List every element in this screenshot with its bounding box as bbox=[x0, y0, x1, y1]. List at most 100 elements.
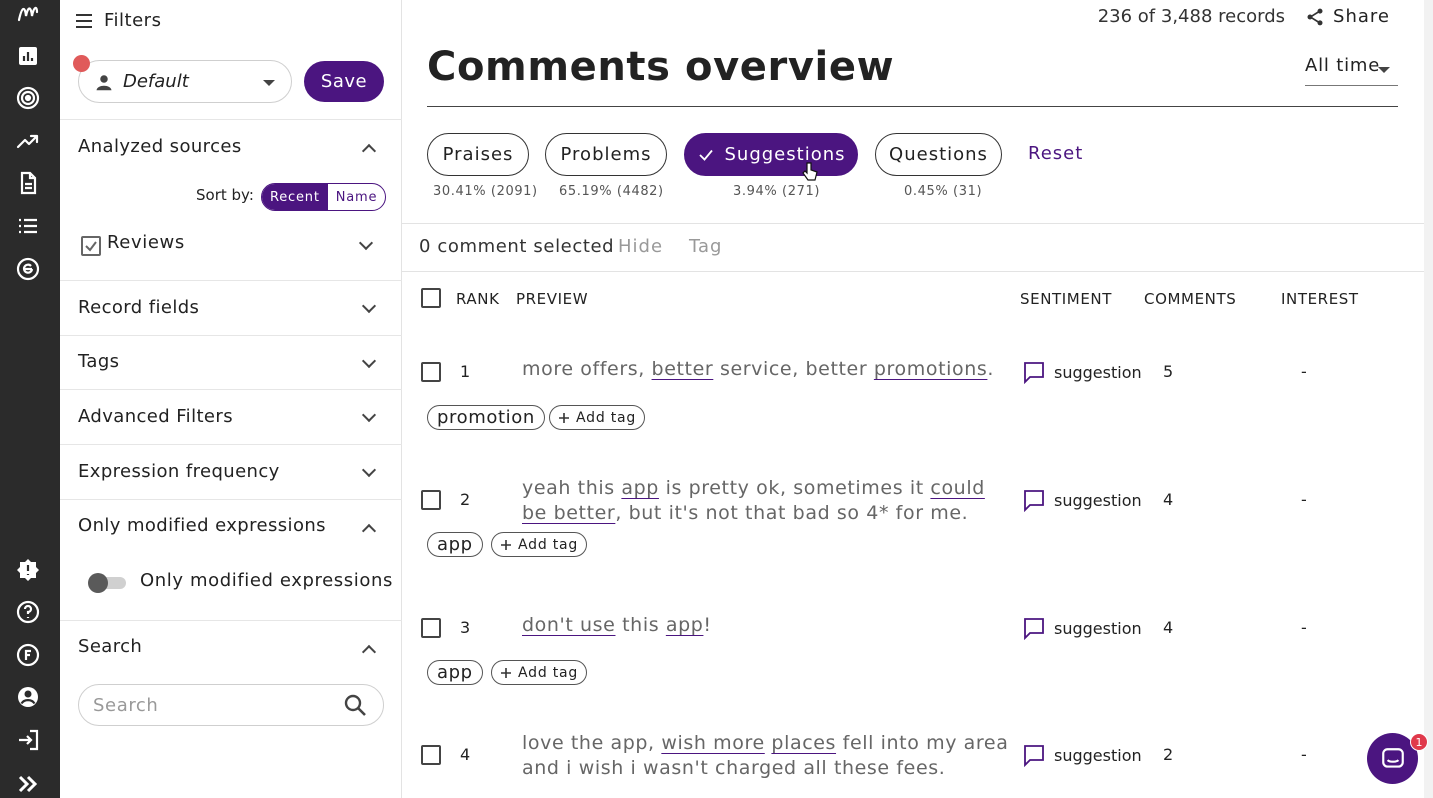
document-icon[interactable] bbox=[15, 170, 41, 196]
preset-select[interactable]: Default bbox=[73, 55, 292, 103]
trend-icon[interactable] bbox=[15, 128, 41, 154]
row-checkbox[interactable] bbox=[421, 618, 441, 638]
check-icon bbox=[698, 149, 713, 161]
column-header-preview[interactable]: PREVIEW bbox=[516, 290, 588, 308]
comment-preview[interactable]: yeah this app is pretty ok, sometimes it… bbox=[522, 476, 1012, 526]
column-header-rank[interactable]: RANK bbox=[456, 290, 500, 308]
comment-count: 4 bbox=[1163, 490, 1174, 509]
reset-button[interactable]: Reset bbox=[1028, 143, 1083, 164]
sentiment-label: suggestion bbox=[1054, 745, 1142, 765]
comment-preview[interactable]: more offers, better service, better prom… bbox=[522, 357, 1012, 382]
row-checkbox[interactable] bbox=[421, 362, 441, 382]
column-header-sentiment[interactable]: SENTIMENT bbox=[1020, 290, 1112, 308]
add-tag-button[interactable]: Add tag bbox=[491, 532, 588, 557]
section-title[interactable]: Only modified expressions bbox=[78, 515, 326, 536]
comment-preview[interactable]: don't use this app! bbox=[522, 613, 1012, 638]
sort-toggle[interactable]: Recent Name bbox=[261, 183, 387, 211]
logo-icon[interactable] bbox=[15, 1, 41, 27]
save-button[interactable]: Save bbox=[304, 61, 384, 102]
tag-chip[interactable]: promotion bbox=[427, 405, 545, 430]
sort-name-option[interactable]: Name bbox=[328, 184, 386, 210]
sentiment-cell: suggestion bbox=[1022, 616, 1142, 640]
plus-icon bbox=[501, 667, 511, 678]
hide-button[interactable]: Hide bbox=[618, 236, 663, 257]
sort-by-label: Sort by: bbox=[196, 186, 254, 204]
records-count: 236 of 3,488 records bbox=[1097, 6, 1285, 27]
chevron-down-icon[interactable] bbox=[361, 298, 377, 314]
column-header-interest[interactable]: INTEREST bbox=[1281, 290, 1359, 308]
chevron-up-icon[interactable] bbox=[361, 143, 377, 159]
row-rank: 3 bbox=[460, 618, 471, 637]
share-icon bbox=[1307, 8, 1323, 25]
share-button[interactable]: Share bbox=[1305, 6, 1390, 27]
section-title[interactable]: Analyzed sources bbox=[78, 136, 242, 157]
category-pill-questions[interactable]: Questions bbox=[875, 133, 1002, 176]
tag-chip[interactable]: app bbox=[427, 660, 483, 685]
sentiment-label: suggestion bbox=[1054, 618, 1142, 638]
section-title[interactable]: Search bbox=[78, 636, 142, 657]
logout-icon[interactable] bbox=[15, 727, 41, 753]
plus-icon bbox=[501, 539, 511, 550]
category-label: Problems bbox=[560, 144, 652, 165]
category-stat: 0.45% (31) bbox=[904, 184, 983, 199]
tag-chip[interactable]: app bbox=[427, 532, 483, 557]
tags-section[interactable]: Tags bbox=[60, 335, 402, 389]
chevron-down-icon[interactable] bbox=[361, 407, 377, 423]
reviews-checkbox[interactable] bbox=[81, 236, 101, 256]
check-icon bbox=[85, 241, 97, 252]
reviews-label: Reviews bbox=[107, 232, 185, 253]
interest-value: - bbox=[1301, 618, 1307, 637]
time-range-value: All time bbox=[1305, 55, 1381, 76]
category-pill-praises[interactable]: Praises bbox=[427, 133, 529, 176]
section-title: Tags bbox=[78, 351, 120, 372]
sentiment-label: suggestion bbox=[1054, 362, 1142, 382]
interest-value: - bbox=[1301, 745, 1307, 764]
menu-icon[interactable] bbox=[76, 13, 92, 28]
chevron-up-icon[interactable] bbox=[361, 644, 377, 660]
preset-value: Default bbox=[123, 71, 189, 92]
category-pill-problems[interactable]: Problems bbox=[545, 133, 667, 176]
comment-preview[interactable]: love the app, wish more places fell into… bbox=[522, 731, 1012, 781]
add-tag-button[interactable]: Add tag bbox=[491, 660, 588, 685]
section-title: Expression frequency bbox=[78, 461, 280, 482]
category-label: Suggestions bbox=[724, 144, 846, 165]
expand-icon[interactable] bbox=[15, 771, 41, 797]
account-icon[interactable] bbox=[15, 684, 41, 710]
column-header-comments[interactable]: COMMENTS bbox=[1144, 290, 1236, 308]
divider bbox=[427, 106, 1398, 107]
dashboard-icon[interactable] bbox=[15, 43, 41, 69]
help-icon[interactable] bbox=[15, 599, 41, 625]
only-modified-toggle[interactable] bbox=[88, 573, 128, 593]
chevron-down-icon[interactable] bbox=[361, 462, 377, 478]
sentiment-label: suggestion bbox=[1054, 490, 1142, 510]
badge-icon[interactable] bbox=[15, 557, 41, 583]
list-icon[interactable] bbox=[15, 213, 41, 239]
time-range-select[interactable]: All time bbox=[1305, 55, 1398, 86]
filters-header[interactable]: Filters bbox=[76, 10, 161, 31]
plus-icon bbox=[559, 412, 569, 423]
comment-count: 4 bbox=[1163, 618, 1174, 637]
add-tag-button[interactable]: Add tag bbox=[549, 405, 646, 430]
pointer-cursor-icon bbox=[802, 162, 818, 181]
category-pill-suggestions[interactable]: Suggestions bbox=[684, 133, 858, 176]
scrollbar[interactable] bbox=[1424, 0, 1433, 798]
search-input[interactable]: Search bbox=[78, 684, 384, 726]
select-all-checkbox[interactable] bbox=[421, 288, 441, 308]
sort-recent-option[interactable]: Recent bbox=[262, 184, 328, 210]
page-title: Comments overview bbox=[427, 44, 895, 90]
forum-icon[interactable] bbox=[15, 642, 41, 668]
chevron-down-icon[interactable] bbox=[361, 353, 377, 369]
notification-badge: 1 bbox=[1410, 733, 1428, 751]
share-label: Share bbox=[1333, 6, 1390, 27]
chevron-up-icon[interactable] bbox=[361, 523, 377, 539]
explore-icon[interactable] bbox=[15, 256, 41, 282]
row-checkbox[interactable] bbox=[421, 745, 441, 765]
row-checkbox[interactable] bbox=[421, 490, 441, 510]
target-icon[interactable] bbox=[15, 85, 41, 111]
search-icon[interactable] bbox=[343, 693, 367, 717]
category-stat: 3.94% (271) bbox=[733, 184, 820, 199]
advanced-filters-section[interactable]: Advanced Filters bbox=[60, 389, 402, 444]
record-fields-section[interactable]: Record fields bbox=[60, 280, 402, 335]
tag-button[interactable]: Tag bbox=[689, 236, 722, 257]
expression-frequency-section[interactable]: Expression frequency bbox=[60, 444, 402, 499]
